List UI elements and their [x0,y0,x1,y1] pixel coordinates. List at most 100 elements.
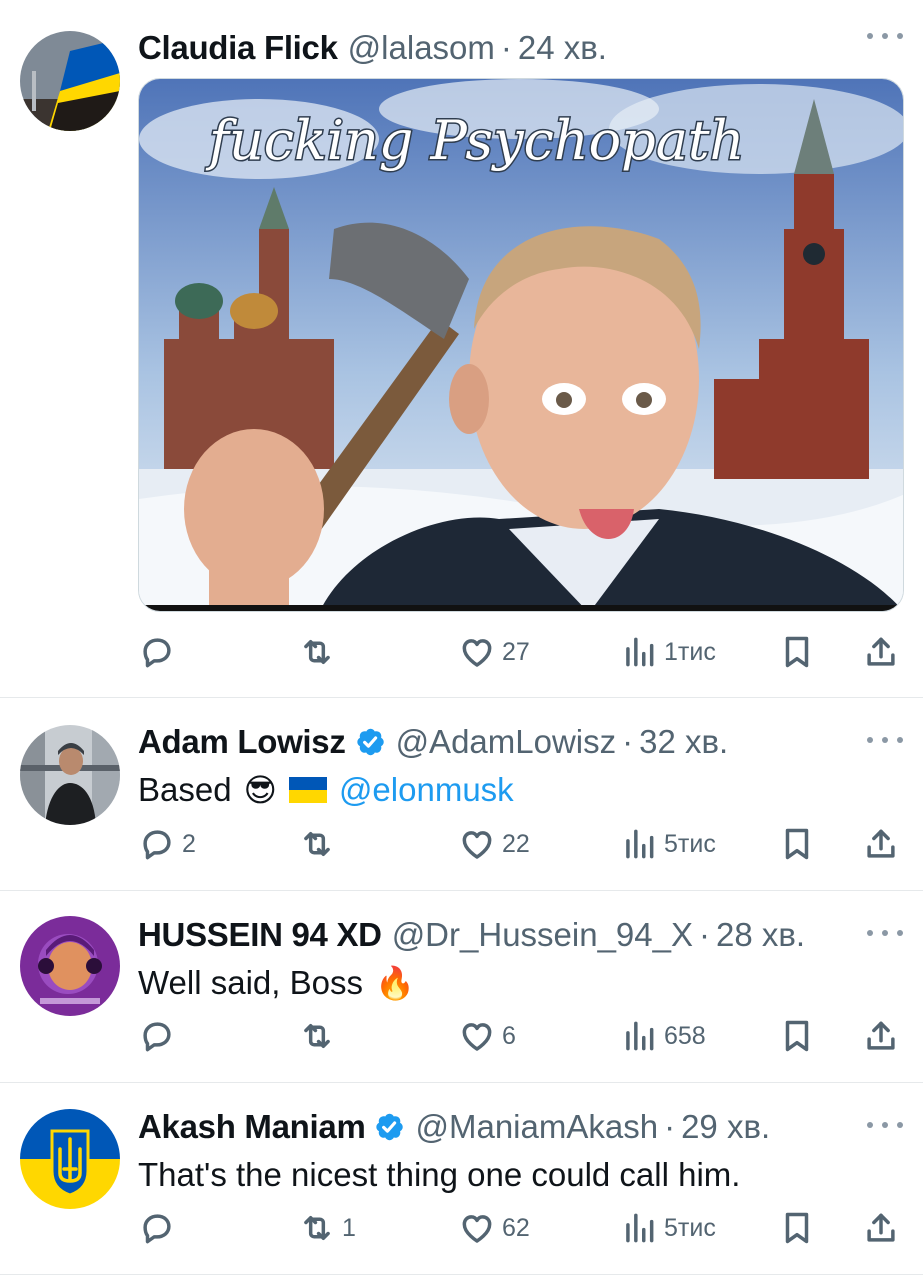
views-icon [620,825,658,863]
more-icon[interactable] [867,1119,903,1131]
action-bar: 6 658 [138,1016,908,1056]
bookmark-icon [778,1209,816,1247]
tweet-header: Adam Lowisz @AdamLowisz · 32 хв. [138,718,905,766]
more-icon[interactable] [867,927,903,939]
timestamp[interactable]: 24 хв. [518,29,607,67]
heart-icon [458,1017,496,1055]
view-count: 1тис [664,637,716,666]
tweet-hussein-94-xd[interactable]: HUSSEIN 94 XD @Dr_Hussein_94_X · 28 хв. … [0,891,923,1083]
tweet-text: Based 😎 @elonmusk [138,768,905,812]
retweet-button[interactable] [298,1016,342,1056]
mention-link[interactable]: @elonmusk [339,768,514,812]
view-count: 5тис [664,829,716,858]
tweet-text: Well said, Boss 🔥 [138,961,905,1005]
tweet-text-body: Based [138,771,232,808]
author-name[interactable]: Akash Maniam [138,1108,366,1146]
bookmark-button[interactable] [778,1208,816,1248]
author-handle[interactable]: @ManiamAkash [415,1108,658,1146]
reply-icon [138,1017,176,1055]
retweet-count: 1 [342,1213,356,1242]
bookmark-button[interactable] [778,632,816,672]
avatar[interactable] [20,31,120,131]
bookmark-button[interactable] [778,1016,816,1056]
like-count: 6 [502,1021,516,1050]
like-count: 27 [502,637,530,666]
reply-button[interactable] [138,1016,182,1056]
action-bar: 1 62 5тис [138,1208,908,1248]
reply-button[interactable]: 2 [138,824,196,864]
tweet-image[interactable]: fucking Psychopath [138,78,904,612]
bookmark-icon [778,825,816,863]
retweet-icon [298,825,336,863]
tweet-header: Claudia Flick @lalasom · 24 хв. [138,24,905,72]
action-bar: 2 22 5тис [138,824,908,864]
share-icon [862,633,900,671]
separator-dot: · [622,723,634,760]
bookmark-button[interactable] [778,824,816,864]
avatar[interactable] [20,916,120,1016]
like-button[interactable]: 27 [458,632,530,672]
separator-dot: · [500,29,512,66]
timestamp[interactable]: 32 хв. [639,723,728,761]
heart-icon [458,1209,496,1247]
more-icon[interactable] [867,734,903,746]
author-handle[interactable]: @Dr_Hussein_94_X [392,916,693,954]
reply-icon [138,1209,176,1247]
tweet-adam-lowisz[interactable]: Adam Lowisz @AdamLowisz · 32 хв. Based 😎… [0,698,923,891]
views-button[interactable]: 5тис [620,1208,716,1248]
fire-emoji: 🔥 [374,965,415,1001]
tweet-text-body: That's the nicest thing one could call h… [138,1156,741,1193]
retweet-icon [298,1017,336,1055]
share-button[interactable] [862,1208,900,1248]
retweet-button[interactable]: 1 [298,1208,356,1248]
like-button[interactable]: 62 [458,1208,530,1248]
views-button[interactable]: 1тис [620,632,716,672]
bookmark-icon [778,633,816,671]
view-count: 5тис [664,1213,716,1242]
avatar[interactable] [20,725,120,825]
retweet-icon [298,633,336,671]
timestamp[interactable]: 29 хв. [681,1108,770,1146]
share-icon [862,1209,900,1247]
ukraine-flag-emoji [288,777,327,803]
author-name[interactable]: Adam Lowisz [138,723,346,761]
verified-badge-icon [354,726,386,758]
avatar[interactable] [20,1109,120,1209]
author-name[interactable]: HUSSEIN 94 XD [138,916,382,954]
views-icon [620,1017,658,1055]
tweet-text: That's the nicest thing one could call h… [138,1153,905,1197]
tweet-claudia-flick[interactable]: Claudia Flick @lalasom · 24 хв. fucking … [0,0,923,698]
share-button[interactable] [862,1016,900,1056]
views-button[interactable]: 658 [620,1016,706,1056]
reply-button[interactable] [138,1208,182,1248]
more-icon[interactable] [867,30,903,42]
reply-count: 2 [182,829,196,858]
like-button[interactable]: 22 [458,824,530,864]
sunglasses-emoji: 😎 [243,772,277,808]
reply-button[interactable] [138,632,182,672]
verified-badge-icon [373,1111,405,1143]
views-icon [620,1209,658,1247]
bookmark-icon [778,1017,816,1055]
tweet-header: Akash Maniam @ManiamAkash · 29 хв. [138,1103,905,1151]
share-button[interactable] [862,824,900,864]
like-button[interactable]: 6 [458,1016,516,1056]
like-count: 22 [502,829,530,858]
reply-icon [138,825,176,863]
tweet-akash-maniam[interactable]: Akash Maniam @ManiamAkash · 29 хв. That'… [0,1083,923,1275]
timestamp[interactable]: 28 хв. [716,916,805,954]
author-name[interactable]: Claudia Flick [138,29,338,67]
heart-icon [458,825,496,863]
share-button[interactable] [862,632,900,672]
image-caption: fucking Psychopath [205,109,744,172]
author-handle[interactable]: @lalasom [348,29,495,67]
heart-icon [458,633,496,671]
retweet-button[interactable] [298,632,342,672]
views-button[interactable]: 5тис [620,824,716,864]
retweet-button[interactable] [298,824,342,864]
share-icon [862,825,900,863]
like-count: 62 [502,1213,530,1242]
author-handle[interactable]: @AdamLowisz [396,723,617,761]
tweet-header: HUSSEIN 94 XD @Dr_Hussein_94_X · 28 хв. [138,911,905,959]
separator-dot: · [664,1108,676,1145]
